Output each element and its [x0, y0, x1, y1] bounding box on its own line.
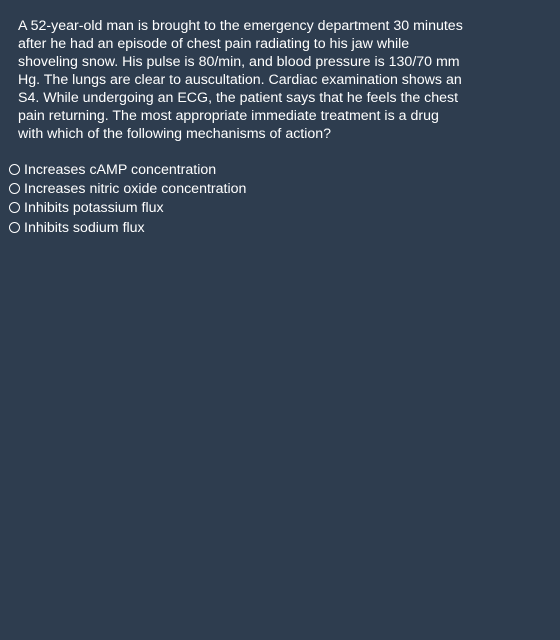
answer-option-label: Inhibits potassium flux — [24, 199, 164, 216]
radio-unchecked-icon[interactable] — [9, 222, 20, 233]
question-line: S4. While undergoing an ECG, the patient… — [18, 90, 459, 106]
question-line: pain returning. The most appropriate imm… — [18, 108, 439, 124]
question-line: with which of the following mechanisms o… — [18, 126, 332, 142]
answer-option-label: Increases cAMP concentration — [24, 161, 217, 178]
answer-option-c[interactable]: Inhibits potassium flux — [8, 198, 246, 217]
radio-unchecked-icon[interactable] — [9, 183, 20, 194]
answer-option-label: Increases nitric oxide concentration — [24, 180, 247, 197]
question-stem: A 52-year-old man is brought to the emer… — [18, 17, 548, 143]
question-screen: { "question": { "lines": [ "A 52-year-ol… — [0, 0, 560, 640]
answer-options: Increases cAMP concentration Increases n… — [8, 160, 246, 237]
question-line: shoveling snow. His pulse is 80/min, and… — [18, 54, 460, 70]
answer-option-b[interactable]: Increases nitric oxide concentration — [8, 179, 246, 198]
radio-unchecked-icon[interactable] — [9, 202, 20, 213]
answer-option-d[interactable]: Inhibits sodium flux — [8, 218, 246, 237]
answer-option-a[interactable]: Increases cAMP concentration — [8, 160, 246, 179]
question-line: after he had an episode of chest pain ra… — [18, 36, 410, 52]
question-line: A 52-year-old man is brought to the emer… — [18, 18, 463, 34]
radio-unchecked-icon[interactable] — [9, 164, 20, 175]
question-line: Hg. The lungs are clear to auscultation.… — [18, 72, 462, 88]
answer-option-label: Inhibits sodium flux — [24, 219, 145, 236]
